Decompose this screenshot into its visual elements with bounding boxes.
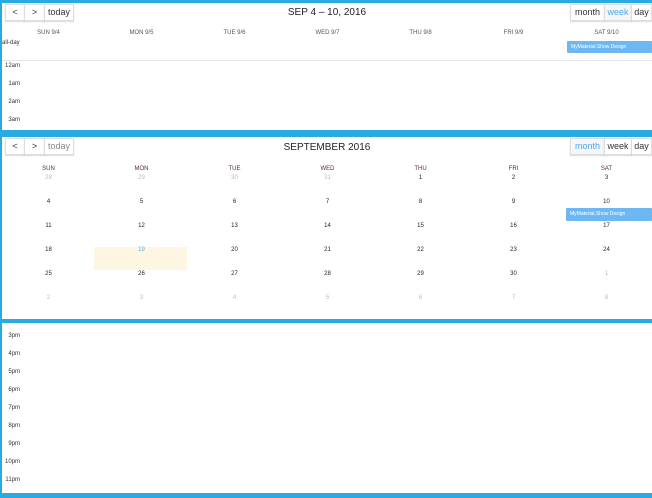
day-cell-date[interactable]: 20 [188, 247, 281, 253]
weekday-header: SUN [42, 166, 55, 172]
day-cell-date[interactable]: 27 [188, 271, 281, 277]
week-day-header: FRI 9/9 [503, 30, 524, 36]
week-day-header: SUN 9/4 [37, 30, 60, 36]
day-cell-date[interactable]: 2 [467, 175, 560, 181]
hour-label: 8pm [8, 423, 20, 429]
hour-label: 2am [8, 99, 20, 105]
divider [2, 60, 652, 61]
week-calendar: < > today SEP 4 – 10, 2016 month week da… [2, 3, 652, 130]
day-cell-date[interactable]: 14 [281, 223, 374, 229]
day-cell-date[interactable]: 16 [467, 223, 560, 229]
day-cell-date[interactable]: 30 [467, 271, 560, 277]
day-cell-date[interactable]: 18 [2, 247, 95, 253]
month-view-button[interactable]: month [570, 4, 605, 21]
week-day-header: SAT 9/10 [594, 30, 619, 36]
day-cell-date[interactable]: 23 [467, 247, 560, 253]
day-cell-date[interactable]: 25 [2, 271, 95, 277]
hour-label: 12am [4, 63, 20, 69]
day-cell-date[interactable]: 31 [281, 175, 374, 181]
day-cell-date[interactable]: 7 [281, 199, 374, 205]
day-cell-date[interactable]: 5 [95, 199, 188, 205]
day-cell-date[interactable]: 8 [374, 199, 467, 205]
day-cell-date[interactable]: 21 [281, 247, 374, 253]
day-cell-date[interactable]: 29 [374, 271, 467, 277]
day-cell-date[interactable]: 4 [2, 199, 95, 205]
month-title: SEPTEMBER 2016 [283, 142, 371, 153]
day-cell-date[interactable]: 15 [374, 223, 467, 229]
hour-label: 3am [8, 117, 20, 123]
month-view-button[interactable]: month [570, 138, 605, 155]
week-day-header: TUE 9/6 [223, 30, 246, 36]
day-view-button[interactable]: day [631, 138, 652, 155]
day-cell-date[interactable]: 28 [2, 175, 95, 181]
hour-label: 3pm [8, 333, 20, 339]
day-cell-date[interactable]: 28 [281, 271, 374, 277]
hour-label: 5pm [8, 369, 20, 375]
day-cell-date[interactable]: 3 [560, 175, 652, 181]
day-cell-date[interactable]: 5 [281, 295, 374, 301]
day-cell-date[interactable]: 1 [374, 175, 467, 181]
hour-label: 4pm [8, 351, 20, 357]
hour-label: 11pm [5, 477, 20, 483]
calendar-event[interactable]: MyMaterial.Show Design [567, 41, 652, 53]
day-view-button[interactable]: day [631, 4, 652, 21]
day-cell-date[interactable]: 9 [467, 199, 560, 205]
day-cell-date[interactable]: 19 [95, 247, 188, 253]
day-cell-date[interactable]: 24 [560, 247, 652, 253]
day-cell-date[interactable]: 12 [95, 223, 188, 229]
week-title: SEP 4 – 10, 2016 [287, 7, 367, 18]
day-cell-date[interactable]: 11 [2, 223, 95, 229]
week-day-header: WED 9/7 [315, 30, 340, 36]
all-day-label: all-day [2, 40, 20, 46]
day-cell-date[interactable]: 6 [188, 199, 281, 205]
weekday-header: THU [414, 166, 427, 172]
hour-label: 7pm [8, 405, 20, 411]
week-view-button[interactable]: week [604, 4, 632, 21]
day-cell-date[interactable]: 30 [188, 175, 281, 181]
day-cell-date[interactable]: 13 [188, 223, 281, 229]
day-cell-date[interactable]: 6 [374, 295, 467, 301]
week-day-header: MON 9/5 [129, 30, 154, 36]
weekday-header: WED [320, 166, 335, 172]
weekday-header: MON [134, 166, 149, 172]
day-cell-date[interactable]: 3 [95, 295, 188, 301]
day-cell-date[interactable]: 4 [188, 295, 281, 301]
weekday-header: TUE [228, 166, 241, 172]
day-cell-date[interactable]: 8 [560, 295, 652, 301]
day-cell-date[interactable]: 29 [95, 175, 188, 181]
day-cell-date[interactable]: 22 [374, 247, 467, 253]
weekday-header: SAT [600, 166, 613, 172]
day-time-grid: 3pm 4pm 5pm 6pm 7pm 8pm 9pm 10pm 11pm [2, 323, 652, 493]
week-day-header: THU 9/8 [409, 30, 432, 36]
hour-label: 6pm [8, 387, 20, 393]
week-view-button[interactable]: week [604, 138, 632, 155]
hour-label: 10pm [4, 459, 20, 465]
month-calendar: < > today SEPTEMBER 2016 month week day … [2, 137, 652, 319]
day-cell-date[interactable]: 7 [467, 295, 560, 301]
weekday-header: FRI [508, 166, 519, 172]
hour-label: 1am [8, 81, 20, 87]
hour-label: 9pm [8, 441, 20, 447]
day-cell-date[interactable]: 1 [560, 271, 652, 277]
day-cell-date[interactable]: 10 [560, 199, 652, 205]
day-cell-date[interactable]: 26 [95, 271, 188, 277]
calendar-event[interactable]: MyMaterial.Show Design [566, 208, 652, 221]
day-cell-date[interactable]: 2 [2, 295, 95, 301]
day-cell-date[interactable]: 17 [560, 223, 652, 229]
